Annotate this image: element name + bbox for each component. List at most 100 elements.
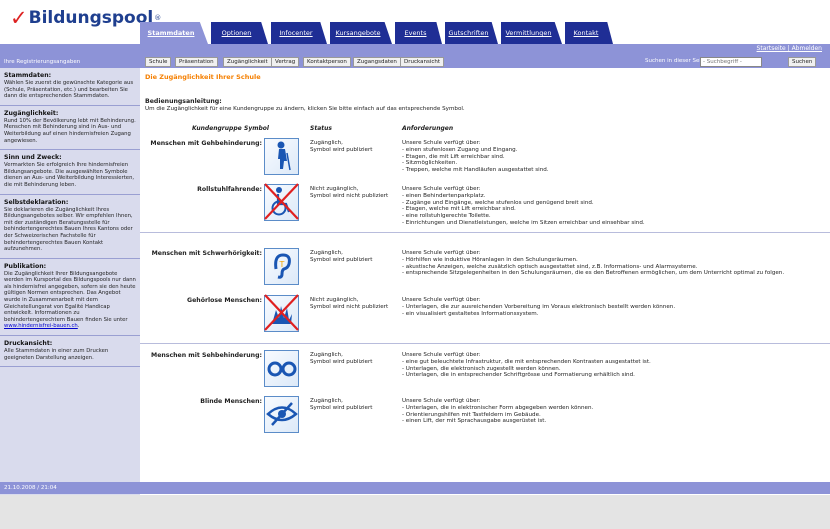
requirement-line: - einen stufenlosen Zugang und Eingang. bbox=[402, 146, 518, 153]
tab-stammdaten[interactable]: Stammdaten bbox=[140, 22, 208, 44]
subnav-kontaktperson[interactable]: Kontaktperson bbox=[303, 57, 351, 67]
instructions-text: Um die Zugänglichkeit für eine Kundengru… bbox=[145, 106, 465, 112]
requirement-line: - Etagen, welche mit Lift erreichbar sin… bbox=[402, 206, 516, 213]
status-line: Symbol wird publiziert bbox=[310, 358, 373, 365]
svg-text:T: T bbox=[279, 260, 285, 269]
accessibility-toggle-deaf-hands-icon[interactable] bbox=[264, 294, 299, 333]
sidebar-text: Wählen Sie zuerst die gewünschte Kategor… bbox=[4, 80, 134, 100]
login-links[interactable]: Startseite | Abmelden bbox=[757, 45, 822, 52]
sidebar-section: Druckansicht: Alle Stammdaten in einer zu… bbox=[0, 336, 140, 368]
tab-optionen[interactable]: Optionen bbox=[211, 22, 268, 44]
requirements-text: Unsere Schule verfügt über: - einen Behin… bbox=[402, 186, 645, 227]
glasses-icon bbox=[264, 349, 299, 388]
sidebar-text: Vermarkten Sie erfolgreich Ihre hinderni… bbox=[4, 162, 135, 188]
left-sidebar: Ihre Registrierungsangaben Stammdaten: Wä… bbox=[0, 56, 140, 495]
tab-infocenter[interactable]: Infocenter bbox=[271, 22, 327, 44]
search-label: Suchen in dieser Seite: bbox=[645, 58, 709, 64]
status-text: Zugänglich, Symbol wird publiziert bbox=[310, 352, 372, 366]
requirement-line: - Orientierungshilfen mit Tastfeldern im… bbox=[402, 411, 541, 418]
requirement-line: - eine rollstuhlgerechte Toilette. bbox=[402, 213, 491, 220]
tab-gutschriften[interactable]: Gutschriften bbox=[445, 22, 498, 44]
group-name: Blinde Menschen: bbox=[200, 398, 262, 405]
app-window: ✓ Bildungspool ® Stammdaten Optionen Infocen… bbox=[0, 0, 830, 529]
status-line: Zugänglich, bbox=[310, 398, 343, 404]
wheelchair-icon bbox=[264, 183, 299, 222]
sidebar-section: Selbstdeklaration: Sie deklarieren die Zu… bbox=[0, 195, 140, 259]
sidebar-section-text: Wählen Sie zuerst die gewünschte Kategor… bbox=[4, 80, 136, 100]
sidebar-section-text: Vermarkten Sie erfolgreich Ihre hinderni… bbox=[4, 162, 136, 188]
status-line: Zugänglich, bbox=[310, 352, 343, 358]
requirement-line: - Treppen, welche mit Handläufen ausgest… bbox=[402, 167, 549, 174]
requirement-line: - Einrichtungen und Dienstleistungen, we… bbox=[402, 219, 645, 226]
search-button[interactable]: Suchen bbox=[788, 57, 817, 67]
requirement-line: - Unterlagen, die zur ausreichenden Vorb… bbox=[402, 303, 676, 310]
subnav-präsentation[interactable]: Präsentation bbox=[175, 57, 218, 67]
tab-events[interactable]: Events bbox=[395, 22, 442, 44]
sidebar-section-text: Sie deklarieren die Zugänglichkeit Ihres… bbox=[4, 207, 136, 253]
requirement-line: Unsere Schule verfügt über: bbox=[402, 297, 481, 303]
top-bar bbox=[0, 44, 830, 56]
logo-mark: ® bbox=[154, 14, 162, 22]
requirement-line: - Zugänge und Eingänge, welche stufenlos… bbox=[402, 199, 594, 206]
group-name: Menschen mit Sehbehinderung: bbox=[151, 352, 262, 359]
requirement-line: Unsere Schule verfügt über: bbox=[402, 186, 481, 192]
status-line: Zugänglich, bbox=[310, 250, 343, 256]
sidebar-section-text: Rund 10% der Bevölkerung lebt mit Behind… bbox=[4, 118, 136, 144]
requirements-text: Unsere Schule verfügt über: - eine gut be… bbox=[402, 352, 651, 379]
status-text: Nicht zugänglich, Symbol wird nicht publi… bbox=[310, 297, 388, 311]
group-name: Rollstuhlfahrende: bbox=[197, 186, 262, 193]
sidebar-section-title: Sinn und Zweck: bbox=[4, 154, 62, 162]
requirement-line: - Unterlagen, die elektronisch zugestell… bbox=[402, 365, 561, 372]
sidebar-sections: Stammdaten: Wählen Sie zuerst die gewünsc… bbox=[0, 68, 140, 368]
requirement-line: - eine gut beleuchtete Infrastruktur, di… bbox=[402, 358, 651, 365]
sidebar-section: Zugänglichkeit: Rund 10% der Bevölkerung … bbox=[0, 106, 140, 151]
subnav-vertrag[interactable]: Vertrag bbox=[271, 57, 300, 67]
group-name: Gehörlose Menschen: bbox=[187, 297, 262, 304]
sidebar-section-title: Druckansicht: bbox=[4, 340, 53, 348]
accessibility-toggle-walking-cane-icon[interactable] bbox=[264, 138, 299, 175]
accessibility-toggle-hearing-icon[interactable]: T bbox=[264, 248, 299, 285]
requirements-text: Unsere Schule verfügt über: - Hörhilfen w… bbox=[402, 250, 784, 277]
blind-eye-icon bbox=[264, 395, 299, 434]
accessibility-toggle-blind-eye-icon[interactable] bbox=[264, 396, 299, 433]
sidebar-section-title: Publikation: bbox=[4, 262, 47, 270]
sidebar-link[interactable]: www.hindernisfrei-bauen.ch bbox=[4, 323, 78, 329]
status-line: Symbol wird publiziert bbox=[310, 256, 373, 263]
instructions-title: Bedienungsanleitung: bbox=[145, 98, 222, 105]
subnav-zugangsdaten[interactable]: Zugangsdaten bbox=[353, 57, 401, 67]
tab-vermittlungen[interactable]: Vermittlungen bbox=[501, 22, 562, 44]
hearing-icon: T bbox=[264, 247, 299, 286]
sidebar-section: Sinn und Zweck: Vermarkten Sie erfolgreic… bbox=[0, 150, 140, 195]
tab-kontakt[interactable]: Kontakt bbox=[565, 22, 613, 44]
column-header-symbol: Symbol bbox=[244, 125, 269, 132]
status-line: Nicht zugänglich, bbox=[310, 297, 359, 303]
page-title: Die Zugänglichkeit Ihrer Schule bbox=[145, 73, 261, 81]
group-name: Menschen mit Gehbehinderung: bbox=[150, 140, 262, 147]
requirement-line: Unsere Schule verfügt über: bbox=[402, 352, 481, 358]
accessibility-toggle-wheelchair-icon[interactable] bbox=[264, 183, 299, 222]
logo[interactable]: ✓ Bildungspool ® bbox=[10, 6, 161, 30]
status-line: Zugänglich, bbox=[310, 140, 343, 146]
registration-link[interactable]: Ihre Registrierungsangaben bbox=[0, 56, 140, 68]
tab-kursangebote[interactable]: Kursangebote bbox=[330, 22, 392, 44]
status-text: Zugänglich, Symbol wird publiziert bbox=[310, 140, 372, 154]
subnav-schule[interactable]: Schule bbox=[145, 57, 172, 67]
search-input[interactable] bbox=[700, 57, 762, 67]
sidebar-section-title: Zugänglichkeit: bbox=[4, 109, 59, 117]
sidebar-text: Sie deklarieren die Zugänglichkeit Ihres… bbox=[4, 206, 133, 253]
status-line: Symbol wird publiziert bbox=[310, 146, 373, 153]
deaf-hands-icon bbox=[264, 294, 299, 333]
main-content: Die Zugänglichkeit Ihrer Schule Bedienun… bbox=[140, 68, 830, 482]
subnav-zugänglichkeit[interactable]: Zugänglichkeit bbox=[223, 57, 272, 67]
requirement-line: - einen Lift, der mit Sprachausgabe ausg… bbox=[402, 418, 547, 425]
subnav-druckansicht[interactable]: Druckansicht bbox=[400, 57, 445, 67]
status-text: Zugänglich, Symbol wird publiziert bbox=[310, 250, 372, 264]
requirement-line: - Sitzmöglichkeiten. bbox=[402, 160, 458, 167]
accessibility-toggle-glasses-icon[interactable] bbox=[264, 350, 299, 387]
requirement-line: - entsprechende Sitzgelegenheiten in den… bbox=[402, 270, 785, 277]
column-header-group: Kundengruppe bbox=[192, 125, 242, 132]
status-text: Zugänglich, Symbol wird publiziert bbox=[310, 398, 372, 412]
walking-cane-icon bbox=[264, 137, 299, 176]
requirements-text: Unsere Schule verfügt über: - Unterlagen,… bbox=[402, 297, 675, 317]
sidebar-section-text: Alle Stammdaten in einer zum Drucken gee… bbox=[4, 348, 136, 361]
